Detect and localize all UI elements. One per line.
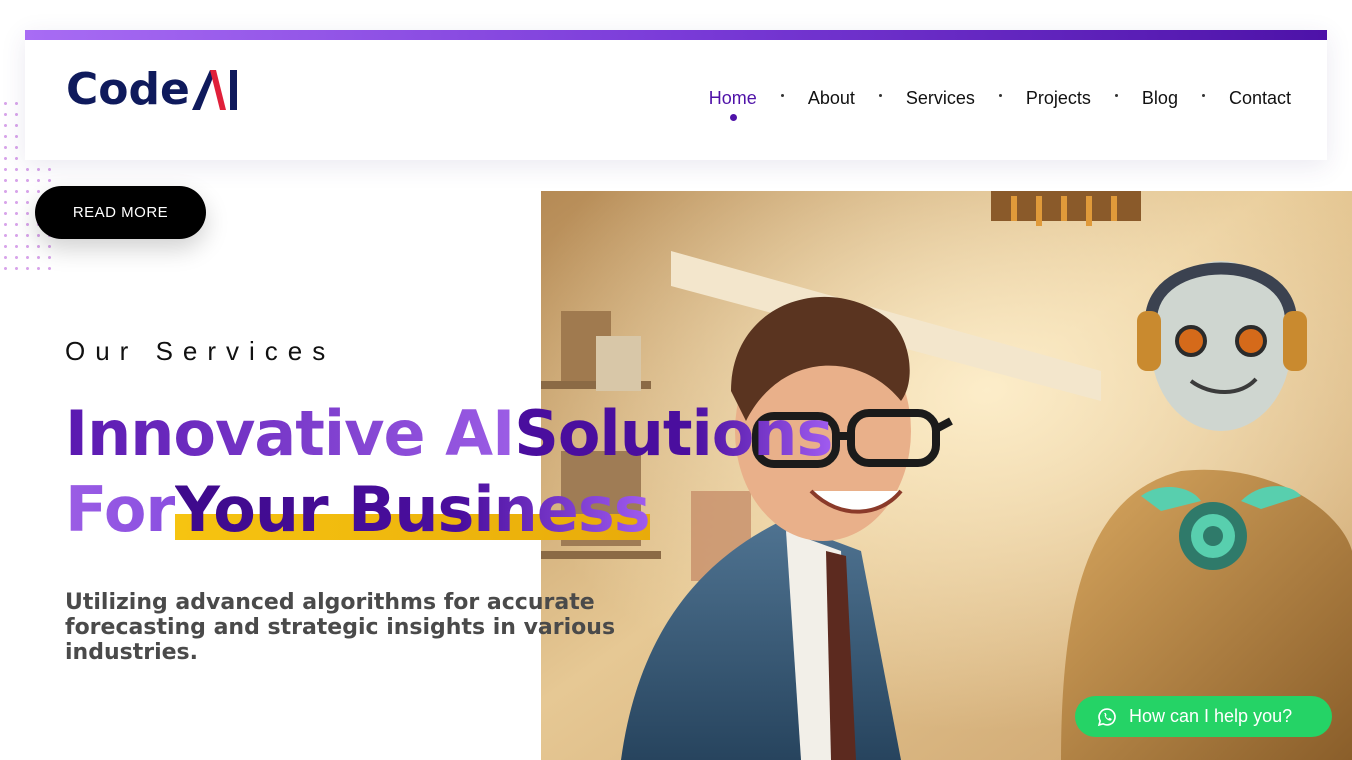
headline-part-for: For	[65, 473, 176, 546]
headline-highlight: Your Business	[175, 472, 651, 548]
nav-item-blog[interactable]: Blog	[1142, 88, 1178, 109]
read-more-button[interactable]: READ MORE	[35, 186, 206, 239]
logo-text: Code	[66, 63, 190, 115]
nav-separator	[780, 93, 784, 97]
headline-line-1: Innovative AISolutions	[65, 396, 833, 472]
headline-part-your-business: Your Business	[175, 473, 651, 546]
section-eyebrow: Our Services	[65, 336, 336, 366]
site-header: Code Home About Services Projects Blog C…	[25, 30, 1327, 160]
header-accent-bar	[25, 30, 1327, 40]
logo-ai-mark	[190, 66, 240, 112]
nav-item-contact[interactable]: Contact	[1229, 88, 1291, 109]
nav-item-about[interactable]: About	[808, 88, 855, 109]
logo-mark-icon	[191, 70, 237, 110]
nav-separator	[1201, 93, 1205, 97]
chat-help-button[interactable]: How can I help you?	[1075, 696, 1332, 737]
nav-separator	[998, 93, 1002, 97]
chat-help-label: How can I help you?	[1129, 706, 1293, 726]
hero-headline: Innovative AISolutions For Your Business	[65, 396, 833, 548]
nav-separator	[1114, 93, 1118, 97]
headline-line-2: For Your Business	[65, 472, 832, 548]
site-logo[interactable]: Code	[66, 62, 240, 116]
main-navigation: Home About Services Projects Blog Contac…	[709, 80, 1291, 121]
headline-part-innovative-ai: Innovative AI	[65, 397, 515, 470]
nav-item-projects[interactable]: Projects	[1026, 88, 1091, 109]
nav-separator	[878, 93, 882, 97]
nav-item-services[interactable]: Services	[906, 88, 975, 109]
whatsapp-icon	[1097, 707, 1117, 727]
hero-description: Utilizing advanced algorithms for accura…	[65, 590, 616, 665]
nav-item-home[interactable]: Home	[709, 88, 757, 121]
headline-part-solutions: Solutions	[514, 397, 833, 470]
